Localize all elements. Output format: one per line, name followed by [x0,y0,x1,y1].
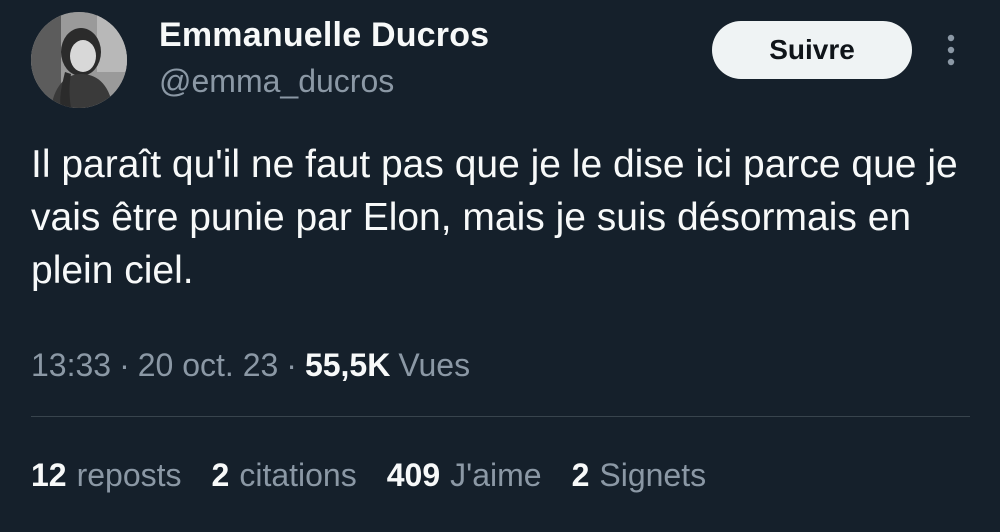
avatar[interactable] [31,12,127,108]
avatar-photo [31,12,127,108]
tweet-time[interactable]: 13:33 [31,347,111,383]
bookmarks-count: 2 [571,457,590,493]
display-name[interactable]: Emmanuelle Ducros [159,14,489,56]
follow-button[interactable]: Suivre [712,21,912,79]
author-info: Emmanuelle Ducros @emma_ducros [159,14,489,102]
tweet-date[interactable]: 20 oct. 23 [138,347,279,383]
tweet-text: Il paraît qu'il ne faut pas que je le di… [31,143,958,292]
reposts-label: reposts [76,457,182,493]
likes-count: 409 [386,457,441,493]
likes-stat[interactable]: 409 J'aime [387,453,542,497]
more-vertical-icon [947,34,955,66]
views-count: 55,5K [304,347,391,383]
handle[interactable]: @emma_ducros [159,60,489,102]
meta-separator: · [286,347,297,383]
quotes-label: citations [239,457,357,493]
more-options-button[interactable] [935,30,967,70]
tweet-meta: 13:33 · 20 oct. 23 · 55,5K Vues [31,343,470,387]
reposts-count: 12 [31,457,67,493]
quotes-count: 2 [211,457,230,493]
reposts-stat[interactable]: 12 reposts [31,453,182,497]
bookmarks-label: Signets [599,457,707,493]
likes-label: J'aime [450,457,542,493]
engagement-stats: 12 reposts 2 citations 409 J'aime 2 Signets [31,453,736,497]
quotes-stat[interactable]: 2 citations [212,453,357,497]
divider [31,416,970,417]
meta-separator: · [119,347,130,383]
views-label: Vues [398,347,471,383]
bookmarks-stat[interactable]: 2 Signets [572,453,707,497]
